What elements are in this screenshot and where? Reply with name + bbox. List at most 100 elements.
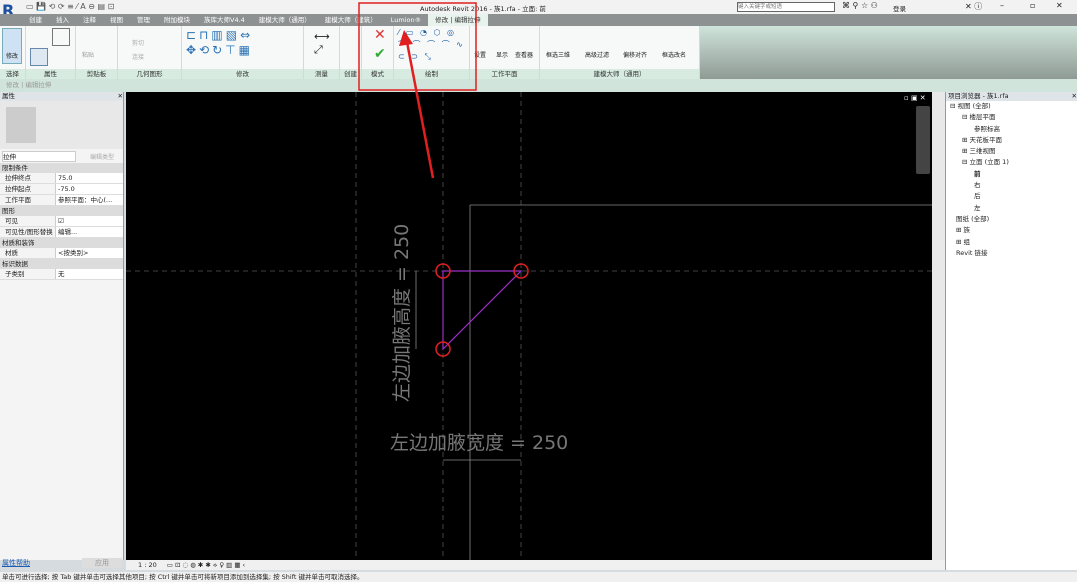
draw-tools-icons[interactable]: ⁄ ▭ ◔ ⬡ ◎ ⌒ ⌒ ⌒ ⌒ ∿ ⊂ ⊃ ⤡ — [398, 27, 465, 63]
dimension-label-height[interactable]: 左边加腋高度 = 250 — [391, 224, 413, 402]
property-group-header[interactable]: 限制条件 — [0, 163, 123, 173]
tab-jmds-general[interactable]: 建模大师（通用） — [252, 14, 318, 26]
property-value[interactable]: 无 — [56, 269, 123, 279]
browser-tree-item[interactable]: 右 — [950, 180, 1077, 191]
tab-jmds-arch[interactable]: 建模大师（建筑） — [318, 14, 384, 26]
maximize-button[interactable]: ▫ — [1030, 1, 1035, 10]
cancel-edit-icon[interactable]: ✕ — [374, 27, 386, 43]
search-input[interactable] — [737, 2, 835, 12]
title-bar: R ▭ 💾 ⟲ ⟳ ≡ ⁄ A ⊖ ▤ ⊡ Autodesk Revit 201… — [0, 0, 1077, 20]
help-icon[interactable]: ✕ ⓘ — [965, 1, 982, 12]
browser-tree-item[interactable]: ⊞ 族 — [950, 225, 1077, 236]
set-button[interactable]: 设置 — [474, 50, 486, 59]
tab-view[interactable]: 视图 — [103, 14, 130, 26]
properties-icon[interactable] — [30, 48, 48, 66]
box-rename-button[interactable]: 框选改名 — [662, 50, 686, 59]
tab-familylib[interactable]: 族库大师V4.4 — [197, 14, 252, 26]
close-button[interactable]: ✕ — [1056, 1, 1063, 10]
tab-addins[interactable]: 附加模块 — [157, 14, 197, 26]
property-name: 可见 — [0, 216, 56, 226]
close-icon[interactable]: ✕ — [118, 92, 123, 101]
tree-toggle-icon[interactable]: ⊞ — [962, 147, 970, 155]
browser-tree-item[interactable]: ⊞ 组 — [950, 237, 1077, 248]
apply-button[interactable]: 应用 — [82, 558, 122, 568]
tab-modify-extrusion[interactable]: 修改 | 编辑拉伸 — [428, 14, 488, 26]
property-value[interactable]: 参照平面：中心(... — [56, 195, 123, 205]
type-properties-icon[interactable] — [52, 28, 70, 46]
modify-tools-icons[interactable]: ⊏⊓▥▧⇔ ✥⟲↻⊤▦ — [186, 28, 253, 58]
property-group-header[interactable]: 材质和装饰 — [0, 238, 123, 248]
type-selector-row: 拉伸 编辑类型 — [0, 149, 123, 163]
offset-align-button[interactable]: 偏移对齐 — [623, 50, 647, 59]
tree-toggle-icon[interactable]: ⊞ — [956, 238, 964, 246]
tab-annotate[interactable]: 注释 — [76, 14, 103, 26]
view-window-controls[interactable]: ▫ ▣ ✕ — [904, 94, 926, 102]
tab-create[interactable]: 创建 — [22, 14, 49, 26]
browser-tree-item[interactable]: 左 — [950, 203, 1077, 214]
property-value[interactable]: -75.0 — [56, 184, 123, 194]
view-control-bar: 1 : 20 ▭ ⊡ ◌ ◍ ✱ ✱ ⟡ ♀ ▥ ▦ ‹ — [126, 560, 945, 570]
panel-label: 工作平面 — [470, 69, 539, 79]
drawing-canvas[interactable]: 左边加腋高度 = 250 左边加腋宽度 = 250 ▫ ▣ ✕ — [126, 92, 932, 560]
login-link[interactable]: 登录 — [893, 3, 906, 13]
tree-item-label: 天花板平面 — [969, 135, 1003, 144]
browser-tree-item[interactable]: 图纸 (全部) — [950, 214, 1077, 225]
drawing-svg[interactable]: 左边加腋高度 = 250 左边加腋宽度 = 250 — [126, 92, 932, 560]
tree-toggle-icon[interactable]: ⊟ — [962, 113, 970, 121]
property-value[interactable]: 编辑... — [56, 227, 123, 237]
navigation-bar[interactable] — [916, 106, 930, 174]
properties-help-link[interactable]: 属性帮助 — [2, 558, 30, 568]
vertical-scrollbar[interactable] — [932, 92, 945, 560]
browser-tree-item[interactable]: 前 — [950, 169, 1077, 180]
view-scale[interactable]: 1 : 20 — [138, 561, 157, 569]
binoculars-icon[interactable]: ⌘ ⚲ ☆ ⚇ — [842, 1, 878, 10]
tab-manage[interactable]: 管理 — [130, 14, 157, 26]
panel-label: 建模大师（通用） — [540, 69, 699, 79]
quick-access-toolbar[interactable]: ▭ 💾 ⟲ ⟳ ≡ ⁄ A ⊖ ▤ ⊡ — [26, 2, 114, 11]
box-select-3d-button[interactable]: 框选三维 — [546, 50, 570, 59]
edit-type-button[interactable]: 编辑类型 — [90, 152, 114, 161]
browser-tree-item[interactable]: ⊟ 立面 (立面 1) — [950, 157, 1077, 168]
tree-toggle-icon[interactable]: ⊞ — [956, 226, 964, 234]
sketch-triangle[interactable] — [442, 270, 523, 351]
browser-tree-item[interactable]: ⊟ 楼层平面 — [950, 112, 1077, 123]
property-group-header[interactable]: 标识数据 — [0, 259, 123, 269]
browser-tree-item[interactable]: ⊞ 三维视图 — [950, 146, 1077, 157]
browser-tree-item[interactable]: 后 — [950, 191, 1077, 202]
property-row: 工作平面 参照平面：中心(... — [0, 195, 123, 206]
tree-toggle-icon[interactable]: ⊟ — [950, 102, 958, 110]
modify-button[interactable]: 修改 — [2, 28, 22, 64]
property-group-header[interactable]: 图形 — [0, 206, 123, 216]
browser-tree-item[interactable]: 参照标高 — [950, 124, 1077, 135]
show-button[interactable]: 显示 — [496, 50, 508, 59]
property-value[interactable]: <按类别> — [56, 248, 123, 258]
tree-item-label: 左 — [974, 203, 981, 212]
view-control-icons[interactable]: ▭ ⊡ ◌ ◍ ✱ ✱ ⟡ ♀ ▥ ▦ ‹ — [167, 561, 245, 569]
close-icon[interactable]: ✕ — [1072, 92, 1077, 101]
type-selector[interactable]: 拉伸 — [2, 150, 76, 162]
minimize-button[interactable]: – — [1000, 1, 1004, 10]
panel-label[interactable]: 选择 — [0, 69, 25, 79]
paste-button[interactable]: 粘贴 — [82, 50, 94, 59]
cut-button[interactable]: 剪切 — [132, 38, 144, 47]
finish-edit-icon[interactable]: ✔ — [374, 46, 386, 62]
browser-title-text: 项目浏览器 - 族1.rfa — [948, 92, 1009, 100]
viewer-button[interactable]: 查看器 — [515, 50, 533, 59]
tree-item-label: 参照标高 — [974, 124, 1000, 133]
tab-lumion[interactable]: Lumion® — [384, 14, 428, 26]
advanced-filter-button[interactable]: 高级过滤 — [585, 50, 609, 59]
browser-tree-item[interactable]: Revit 链接 — [950, 248, 1077, 259]
panel-properties: 属性 — [26, 26, 76, 79]
property-value[interactable]: 75.0 — [56, 173, 123, 183]
tree-toggle-icon[interactable]: ⊟ — [962, 158, 970, 166]
dimension-label-width[interactable]: 左边加腋宽度 = 250 — [390, 432, 568, 454]
join-button[interactable]: 连接 — [132, 52, 144, 61]
panel-workplane: 设置 显示 查看器 工作平面 — [470, 26, 540, 79]
tab-insert[interactable]: 插入 — [49, 14, 76, 26]
browser-tree-item[interactable]: ⊞ 天花板平面 — [950, 135, 1077, 146]
tree-toggle-icon[interactable]: ⊞ — [962, 136, 970, 144]
measure-icon[interactable]: ⟷ ⤢ — [314, 30, 330, 57]
browser-tree-item[interactable]: ⊟ 视图 (全部) — [950, 101, 1077, 112]
property-value[interactable]: ☑ — [56, 216, 123, 226]
panel-geometry: 剪切 连接 几何图形 — [118, 26, 182, 79]
